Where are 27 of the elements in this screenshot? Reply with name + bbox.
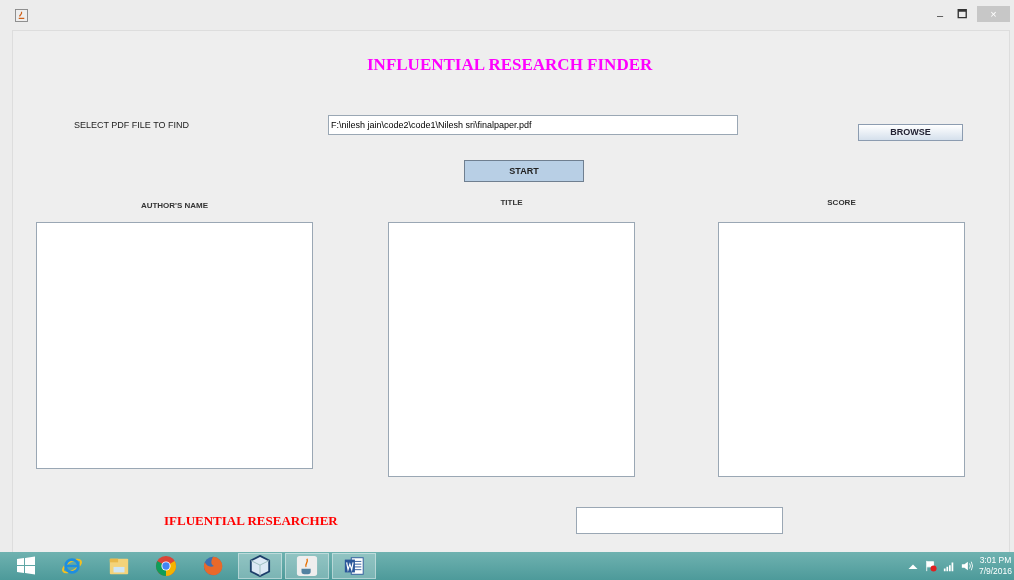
browse-button[interactable]: BROWSE [858,123,963,141]
speaker-icon[interactable] [960,560,973,572]
taskbar-app-button[interactable] [238,553,282,579]
fox-globe-icon [202,555,224,577]
column-header: SCORE [826,198,857,209]
cube-icon [249,555,271,577]
select-file-label: SELECT PDF FILE TO FIND [74,119,191,130]
chrome-icon [155,555,177,577]
taskbar-app-button[interactable] [332,553,376,579]
maximize-button[interactable]: 🗖 [951,6,973,24]
java-app-icon [15,9,28,22]
browser-e-icon [61,555,83,577]
windows-start-icon[interactable] [16,556,36,576]
minimize-button[interactable]: – [929,6,951,24]
signal-icon[interactable] [942,560,955,572]
column-header: TITLE [499,198,524,209]
researcher-field[interactable] [576,507,783,534]
start-button[interactable]: START [464,160,584,182]
researcher-label: IFLUENTIAL RESEARCHER [164,512,339,529]
column-header: AUTHOR'S NAME [139,201,210,212]
flag-icon[interactable] [924,560,937,572]
coffee-cup-icon [296,555,318,577]
clock-time: 3:01 PM [979,555,1012,566]
app-heading: INFLUENTIAL RESEARCH FINDER [367,55,654,75]
document-w-icon [343,555,365,577]
file-path-field[interactable]: F:\nilesh jain\code2\code1\Nilesh sri\finalpaper.pdf [328,115,738,135]
clock-date: 7/9/2016 [978,566,1012,577]
